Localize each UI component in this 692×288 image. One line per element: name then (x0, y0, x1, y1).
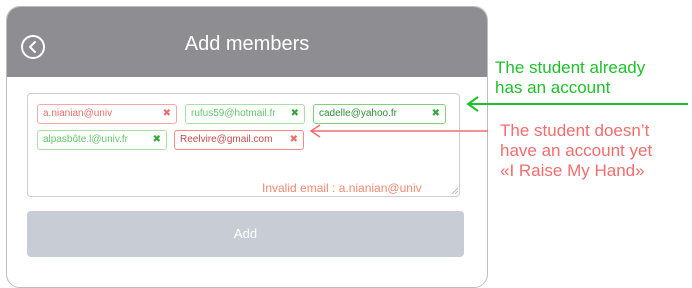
existing-account-note: The student already has an account (495, 58, 645, 98)
note-line: The student already (495, 58, 646, 77)
note-line: «I Raise My Hand» (500, 161, 645, 180)
note-line: has an account (495, 78, 611, 97)
note-line: The student doesn’t (500, 121, 650, 140)
no-account-note: The student doesn’t have an account yet … (500, 121, 652, 181)
note-line: have an account yet (500, 141, 653, 160)
